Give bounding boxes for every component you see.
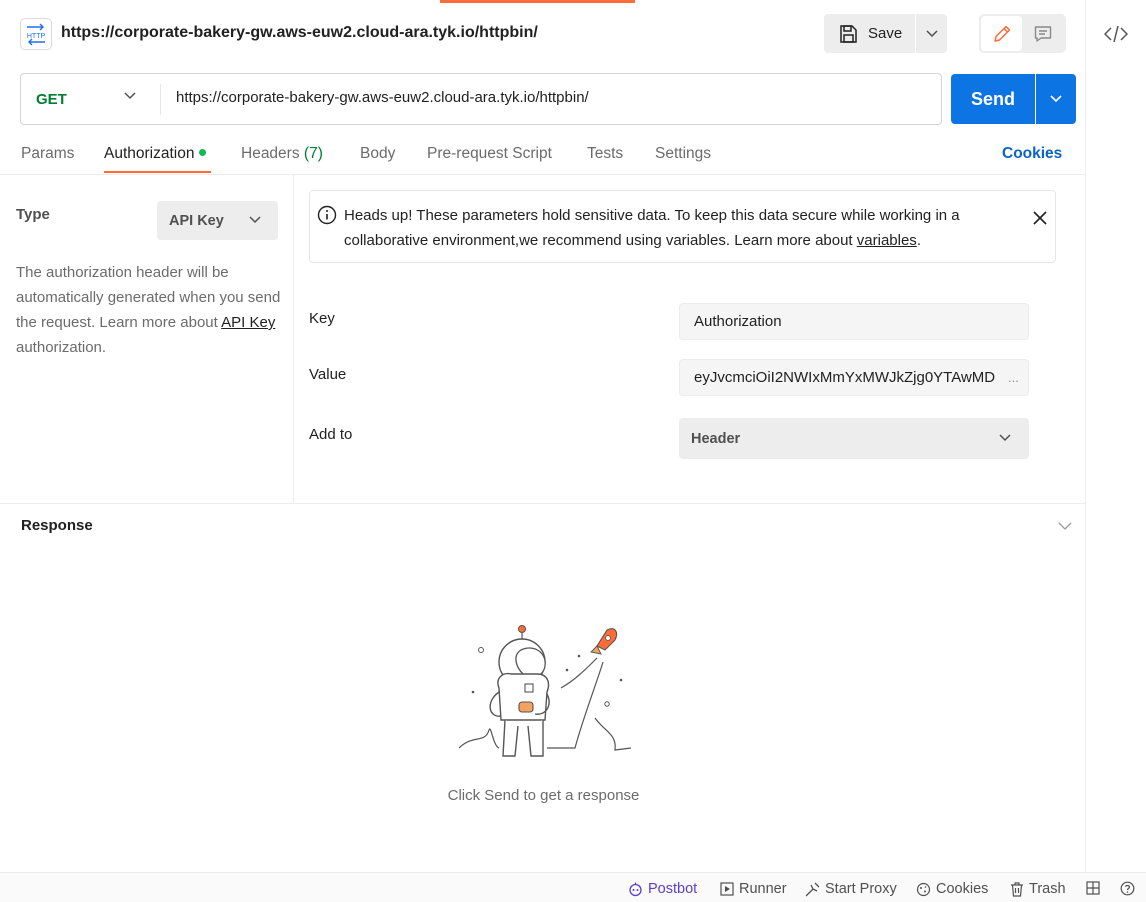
save-options-button[interactable] (916, 14, 947, 53)
headers-count: (7) (303, 145, 323, 162)
request-title[interactable]: https://corporate-bakery-gw.aws-euw2.clo… (61, 24, 538, 42)
url-bar: GET https://corporate-bakery-gw.aws-euw2… (20, 73, 942, 125)
help-button[interactable] (1120, 881, 1135, 896)
runner-button[interactable]: Runner (720, 881, 787, 897)
postbot-icon (628, 882, 643, 897)
url-input[interactable]: https://corporate-bakery-gw.aws-euw2.clo… (176, 89, 916, 106)
key-label: Key (309, 310, 335, 327)
cookie-icon (916, 882, 931, 897)
tab-params[interactable]: Params (21, 145, 74, 163)
tab-headers[interactable]: Headers (7) (241, 145, 323, 163)
code-icon (1104, 25, 1128, 43)
tab-authorization-label: Authorization (104, 145, 195, 162)
chevron-down-icon (925, 29, 938, 37)
request-editor: HTTP https://corporate-bakery-gw.aws-euw… (0, 0, 1086, 872)
runner-icon (720, 882, 734, 896)
chevron-down-icon (999, 434, 1011, 442)
auth-active-dot (199, 149, 207, 156)
http-icon-label: HTTP (27, 33, 46, 40)
send-options-button[interactable] (1036, 74, 1076, 124)
value-value: eyJvcmciOiI2NWIxMmYxMWJkZjg0YTAwMD (694, 369, 996, 386)
response-collapse-button[interactable] (1058, 518, 1072, 535)
proxy-icon (805, 882, 820, 897)
add-to-value: Header (691, 430, 741, 447)
comments-mode-button[interactable] (1022, 16, 1063, 51)
tab-headers-label: Headers (241, 145, 300, 162)
response-hint: Click Send to get a response (0, 787, 1086, 804)
auth-type-pane: Type API Key The authorization header wi… (0, 175, 294, 503)
request-header: HTTP https://corporate-bakery-gw.aws-euw… (0, 0, 1086, 68)
response-hint-text: Click Send to get a response (447, 787, 640, 804)
cookies-label: Cookies (936, 881, 989, 897)
postbot-label: Postbot (648, 881, 698, 897)
tab-settings[interactable]: Settings (655, 145, 711, 163)
response-divider[interactable] (0, 503, 1086, 504)
auth-description: The authorization header will be automat… (16, 260, 282, 360)
help-icon (1120, 881, 1135, 896)
method-value: GET (36, 90, 67, 108)
active-tab-underline (104, 171, 211, 173)
key-input[interactable]: Authorization (679, 303, 1029, 340)
chevron-down-icon (249, 216, 261, 224)
chevron-down-icon (124, 92, 136, 100)
right-sidebar (1086, 0, 1146, 872)
save-button[interactable]: Save (824, 14, 915, 53)
edit-mode-button[interactable] (981, 16, 1022, 51)
value-label: Value (309, 366, 347, 383)
close-icon (1033, 211, 1047, 225)
key-value: Authorization (694, 313, 782, 330)
save-label: Save (868, 25, 903, 42)
tab-authorization[interactable]: Authorization (104, 145, 207, 163)
auth-type-value: API Key (169, 212, 224, 229)
layout-toggle-button[interactable] (1086, 881, 1100, 895)
cookies-button[interactable]: Cookies (916, 881, 988, 897)
chevron-down-icon (1050, 95, 1062, 103)
tab-body[interactable]: Body (360, 145, 395, 163)
value-input[interactable]: eyJvcmciOiI2NWIxMmYxMWJkZjg0YTAwMD ... (679, 359, 1029, 396)
save-icon (840, 24, 857, 43)
trash-label: Trash (1029, 881, 1066, 897)
runner-label: Runner (739, 881, 787, 897)
variables-link[interactable]: variables (857, 232, 917, 249)
method-select[interactable]: GET (21, 74, 161, 124)
response-title: Response (21, 517, 93, 534)
auth-description-suffix: authorization. (16, 339, 107, 356)
start-proxy-label: Start Proxy (825, 881, 897, 897)
trash-icon (1010, 881, 1024, 897)
postbot-button[interactable]: Postbot (628, 881, 697, 897)
auth-type-select[interactable]: API Key (157, 201, 278, 240)
comment-icon (1034, 25, 1051, 42)
cookies-link[interactable]: Cookies (1002, 145, 1062, 163)
tab-pre-request-script[interactable]: Pre-request Script (427, 145, 552, 163)
chevron-down-icon (1058, 522, 1072, 530)
view-mode-toggle (979, 14, 1066, 53)
value-ellipsis: ... (1008, 370, 1019, 385)
code-snippet-button[interactable] (1103, 22, 1129, 46)
url-divider (160, 84, 161, 115)
two-pane-icon (1086, 881, 1100, 895)
astronaut-illustration (458, 625, 632, 757)
start-proxy-button[interactable]: Start Proxy (805, 881, 897, 897)
tab-tests[interactable]: Tests (587, 145, 623, 163)
add-to-select[interactable]: Header (679, 418, 1029, 459)
sensitive-data-notice: Heads up! These parameters hold sensitiv… (309, 190, 1056, 263)
http-request-icon: HTTP (20, 18, 52, 50)
info-icon (317, 205, 337, 225)
api-key-docs-link[interactable]: API Key (221, 314, 275, 331)
trash-button[interactable]: Trash (1010, 881, 1066, 897)
notice-text: Heads up! These parameters hold sensitiv… (344, 203, 1014, 253)
pencil-icon (993, 25, 1010, 42)
close-notice-button[interactable] (1031, 209, 1049, 227)
send-button[interactable]: Send (951, 74, 1035, 124)
add-to-label: Add to (309, 426, 353, 443)
auth-type-label: Type (16, 206, 50, 223)
status-bar: Postbot Runner Start Proxy Cookies Trash (0, 872, 1146, 902)
notice-suffix: . (916, 232, 921, 249)
request-tabs: Params Authorization Headers (7) Body Pr… (0, 133, 1086, 175)
